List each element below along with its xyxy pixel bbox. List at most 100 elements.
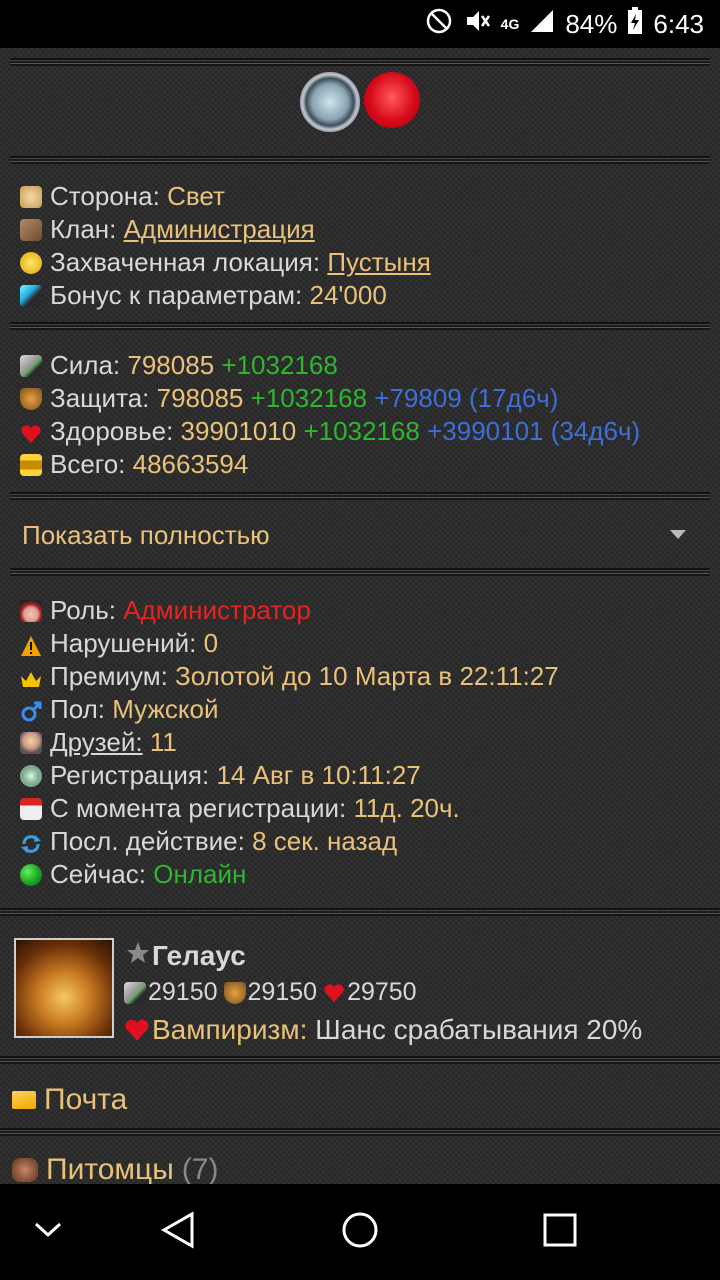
total-label: Всего:	[50, 449, 126, 479]
now-row: Сейчас: Онлайн	[20, 858, 246, 891]
divider	[10, 322, 710, 330]
defense-bonus: +1032168	[250, 383, 368, 413]
now-value: Онлайн	[153, 859, 247, 889]
pets-count: (7)	[181, 1153, 219, 1184]
profile-page: Сторона: Свет Клан: Администрация Захвач…	[0, 48, 720, 1184]
nav-back-button[interactable]	[118, 1184, 238, 1280]
dnd-icon	[425, 7, 453, 42]
show-full-button[interactable]: Показать полностью	[22, 520, 270, 551]
registration-label: Регистрация:	[50, 760, 210, 790]
pet-stats: 29150 29150 29750	[124, 978, 417, 1007]
sword-icon	[124, 981, 146, 1004]
bonus-label: Бонус к параметрам:	[50, 280, 303, 310]
friends-value: 11	[149, 727, 177, 757]
divider	[10, 492, 710, 500]
role-value: Администратор	[123, 595, 311, 625]
equipped-items	[300, 72, 420, 132]
health-label: Здоровье:	[50, 416, 174, 446]
pet-strength: 29150	[148, 978, 218, 1006]
location-label: Захваченная локация:	[50, 247, 321, 277]
friends-link[interactable]: Друзей:	[50, 727, 143, 758]
divider	[0, 908, 720, 916]
pet-health: 29750	[347, 978, 417, 1006]
strength-bonus: +1032168	[221, 350, 338, 380]
pet-ability: Вампиризм: Шанс срабатывания 20%	[124, 1014, 642, 1046]
side-icon	[20, 185, 42, 208]
ability-desc: Шанс срабатывания 20%	[315, 1014, 643, 1045]
shield-icon	[20, 387, 42, 410]
lips-icon[interactable]	[364, 72, 420, 128]
last-action-row: Посл. действие: 8 сек. назад	[20, 825, 397, 858]
nav-home-button[interactable]	[300, 1184, 420, 1280]
gender-label: Пол:	[50, 694, 105, 724]
pet-defense: 29150	[247, 978, 318, 1006]
role-label: Роль:	[50, 595, 117, 625]
last-action-label: Посл. действие:	[50, 826, 245, 856]
registration-value: 14 Авг в 10:11:27	[216, 760, 421, 790]
chevron-down-icon[interactable]	[670, 530, 686, 539]
registration-row: Регистрация: 14 Авг в 10:11:27	[20, 759, 421, 792]
signal-icon	[529, 8, 555, 41]
side-value: Свет	[167, 181, 225, 211]
refresh-icon	[20, 831, 42, 853]
chevron-down-icon	[33, 1220, 63, 1245]
divider	[10, 568, 710, 576]
total-value: 48663594	[132, 449, 249, 479]
health-bonus: +1032168	[303, 416, 420, 446]
pet-name: Гелаус	[152, 940, 246, 971]
status-bar: 4G 84% 6:43	[0, 0, 720, 48]
divider	[10, 156, 710, 164]
pet-bag-icon	[12, 1158, 38, 1182]
pet-card[interactable]: Гелаус 29150 29150 29750 Вампиризм: Шанс…	[0, 934, 720, 1052]
navigation-bar	[0, 1184, 720, 1280]
role-row: Роль: Администратор	[20, 594, 311, 627]
clan-row: Клан: Администрация	[20, 213, 315, 246]
clan-link[interactable]: Администрация	[124, 214, 315, 245]
male-icon	[20, 699, 42, 721]
clan-icon	[20, 218, 42, 241]
divider	[10, 58, 710, 66]
nav-recents-button[interactable]	[500, 1184, 620, 1280]
divider	[0, 1128, 720, 1136]
strength-row: Сила: 798085 +1032168	[20, 349, 338, 382]
location-link[interactable]: Пустыня	[327, 247, 430, 278]
menu-item-pets[interactable]: Питомцы (7)	[0, 1138, 720, 1184]
since-value: 11д. 20ч.	[353, 793, 460, 823]
side-row: Сторона: Свет	[20, 180, 225, 213]
ability-name: Вампиризм:	[152, 1014, 308, 1045]
sigma-icon	[20, 453, 42, 476]
registration-icon	[20, 764, 42, 787]
strength-value: 798085	[127, 350, 215, 380]
clan-label: Клан:	[50, 214, 117, 244]
pets-label: Питомцы	[46, 1153, 174, 1184]
health-extra: +3990101 (34д6ч)	[427, 416, 641, 446]
defense-value: 798085	[156, 383, 244, 413]
defense-extra: +79809 (17д6ч)	[374, 383, 559, 413]
sword-icon	[20, 354, 42, 377]
heart-icon	[20, 421, 42, 443]
premium-value: Золотой до 10 Марта в 22:11:27	[175, 661, 559, 691]
premium-label: Премиум:	[50, 661, 168, 691]
back-triangle-icon	[160, 1210, 196, 1254]
total-row: Всего: 48663594	[20, 448, 248, 481]
friends-row: Друзей: 11	[20, 726, 177, 759]
sun-icon	[20, 251, 42, 274]
violations-value: 0	[203, 628, 219, 658]
battery-percent: 84%	[565, 8, 618, 39]
home-circle-icon	[340, 1210, 380, 1255]
warning-icon	[20, 633, 42, 656]
battery-charging-icon	[627, 6, 643, 42]
last-action-value: 8 сек. назад	[252, 826, 398, 856]
shield-icon	[223, 981, 246, 1004]
since-row: С момента регистрации: 11д. 20ч.	[20, 792, 460, 825]
heart-icon	[124, 1017, 150, 1043]
clock: 6:43	[653, 8, 704, 39]
watch-icon[interactable]	[300, 72, 360, 132]
divider	[0, 1056, 720, 1064]
violations-row: Нарушений: 0	[20, 627, 218, 660]
nav-collapse-button[interactable]	[0, 1184, 108, 1280]
menu-item-mail[interactable]: Почта	[0, 1068, 720, 1132]
bonus-row: Бонус к параметрам: 24'000	[20, 279, 387, 312]
pet-avatar[interactable]	[14, 938, 114, 1038]
mail-icon	[12, 1091, 36, 1109]
